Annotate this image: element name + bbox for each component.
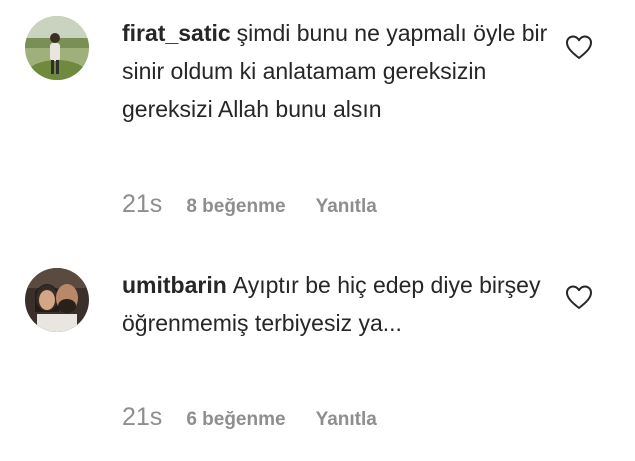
- comment-time[interactable]: 21s: [122, 403, 162, 432]
- heart-outline-icon[interactable]: [565, 34, 593, 60]
- avatar-image: [25, 16, 89, 80]
- avatar[interactable]: [25, 268, 89, 332]
- reply-button[interactable]: Yanıtla: [316, 196, 377, 218]
- comment-time[interactable]: 21s: [122, 190, 162, 219]
- comment-username[interactable]: umitbarin: [122, 272, 227, 298]
- comment-list: firat_satic şimdi bunu ne yapmalı öyle bi…: [0, 0, 635, 461]
- comment-username[interactable]: firat_satic: [122, 20, 231, 46]
- avatar[interactable]: [25, 16, 89, 80]
- comment-meta: 21s 8 beğenme Yanıtla: [122, 190, 377, 219]
- comment-body: firat_satic şimdi bunu ne yapmalı öyle bi…: [122, 14, 552, 128]
- reply-button[interactable]: Yanıtla: [316, 409, 377, 431]
- comment-body: umitbarin Ayıptır be hiç edep diye birşey…: [122, 266, 552, 342]
- comment-likes-button[interactable]: 6 beğenme: [186, 409, 285, 431]
- comment-meta: 21s 6 beğenme Yanıtla: [122, 403, 377, 432]
- heart-outline-icon[interactable]: [565, 284, 593, 310]
- comment-likes-button[interactable]: 8 beğenme: [186, 196, 285, 218]
- avatar-image: [25, 268, 89, 332]
